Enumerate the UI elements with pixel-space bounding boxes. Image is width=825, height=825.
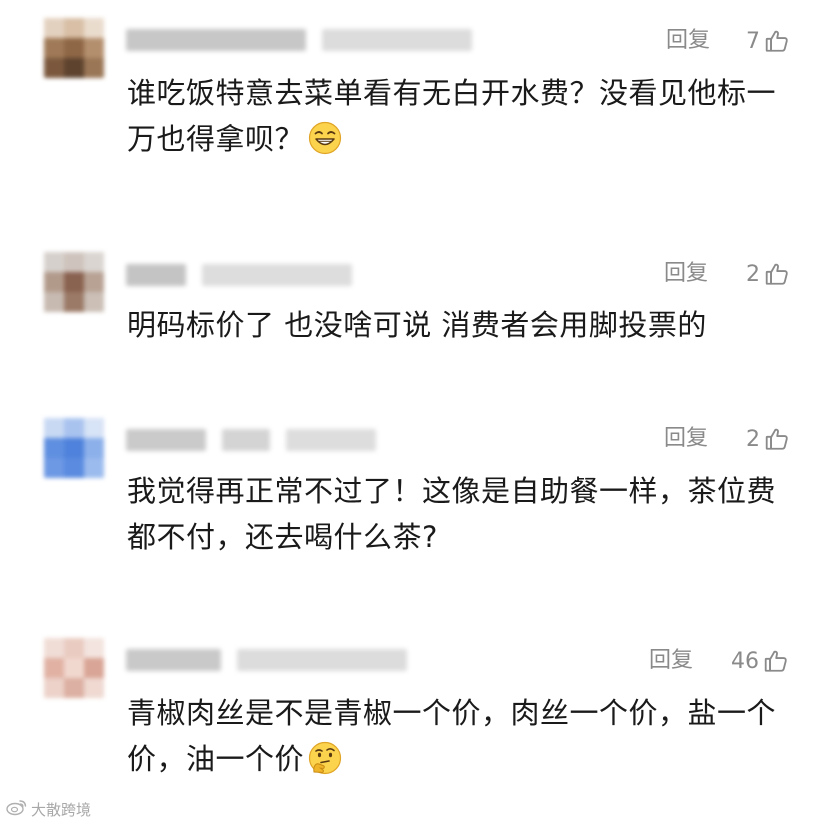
comment-text: 明码标价了 也没啥可说 消费者会用脚投票的 — [127, 308, 707, 342]
avatar[interactable] — [44, 638, 104, 698]
like-button[interactable]: 46 — [731, 646, 789, 676]
username-obscured[interactable] — [126, 259, 352, 291]
like-count: 46 — [731, 648, 759, 674]
comment-text: 我觉得再正常不过了！这像是自助餐一样，茶位费都不付，还去喝什么茶? — [127, 474, 777, 554]
avatar[interactable] — [44, 18, 104, 78]
avatar[interactable] — [44, 252, 104, 312]
watermark-text: 大散跨境 — [31, 800, 92, 819]
like-count: 2 — [746, 426, 760, 452]
watermark: 大散跨境 — [6, 798, 91, 820]
like-button[interactable]: 2 — [746, 424, 790, 454]
comment-item: 回复 2 我觉得再正常不过了！这像是自助餐一样，茶位费都不付，还去喝什么茶? — [0, 400, 825, 590]
comment-item: 回复 2 明码标价了 也没啥可说 消费者会用脚投票的 — [0, 235, 825, 385]
weibo-logo-icon — [6, 798, 28, 820]
reply-button[interactable]: 回复 — [664, 259, 708, 289]
avatar[interactable] — [44, 418, 104, 478]
thumbs-up-icon — [763, 648, 789, 674]
username-obscured[interactable] — [126, 24, 472, 56]
thinking-face-emoji-icon — [308, 741, 342, 775]
reply-button[interactable]: 回复 — [664, 424, 708, 454]
like-count: 7 — [746, 28, 760, 54]
comment-text: 谁吃饭特意去菜单看有无白开水费？没看见他标一万也得拿呗？ — [127, 76, 777, 156]
like-button[interactable]: 2 — [746, 259, 790, 289]
username-obscured[interactable] — [126, 644, 407, 676]
comment-text: 青椒肉丝是不是青椒一个价，肉丝一个价，盐一个价，油一个价 — [127, 696, 777, 776]
thumbs-up-icon — [764, 28, 790, 54]
reply-button[interactable]: 回复 — [649, 646, 693, 676]
thumbs-up-icon — [764, 426, 790, 452]
reply-button[interactable]: 回复 — [666, 26, 710, 56]
thumbs-up-icon — [764, 261, 790, 287]
grinning-face-emoji-icon — [308, 121, 342, 155]
comment-item: 回复 46 青椒肉丝是不是青椒一个价，肉丝一个价，盐一个价，油一个价 — [0, 620, 825, 800]
username-obscured[interactable] — [126, 424, 376, 456]
comment-item: 回复 7 谁吃饭特意去菜单看有无白开水费？没看见他标一万也得拿呗？ — [0, 0, 825, 200]
like-count: 2 — [746, 261, 760, 287]
like-button[interactable]: 7 — [746, 26, 790, 56]
